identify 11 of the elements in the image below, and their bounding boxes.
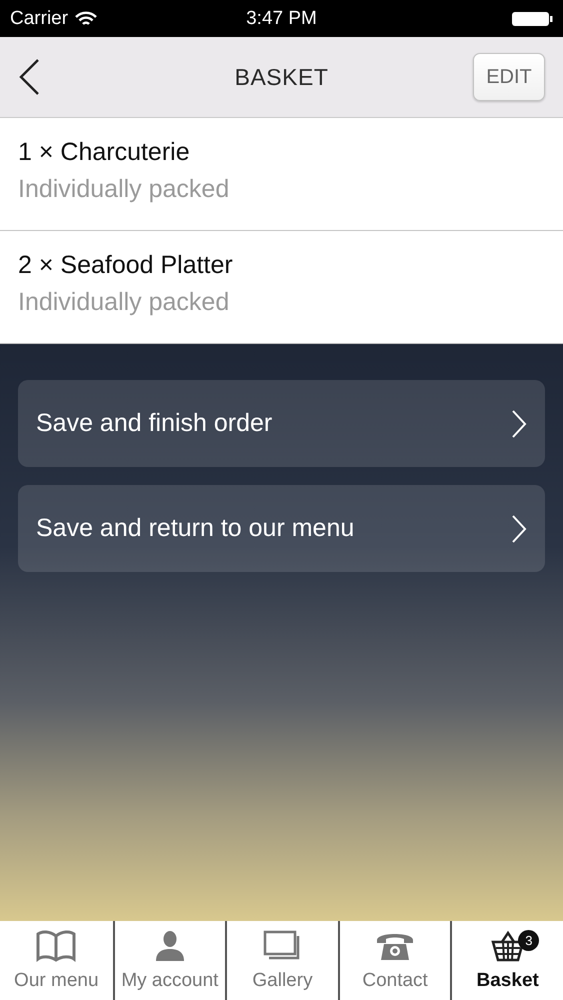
count-badge: 3 — [518, 930, 540, 951]
item-title: 1 × Charcuterie — [18, 138, 191, 167]
edit-button[interactable]: EDIT — [473, 53, 545, 101]
item-subtitle: Individually packed — [18, 175, 230, 204]
item-title: 2 × Seafood Platter — [18, 251, 234, 280]
item-subtitle: Individually packed — [18, 288, 230, 317]
action-button[interactable]: Save and finish order — [18, 380, 545, 467]
clock-time: 3:47 PM — [246, 8, 317, 30]
carrier-name: Carrier — [10, 8, 68, 30]
action-button[interactable]: Save and return to our menu — [18, 485, 545, 572]
page-title: BASKET — [234, 64, 328, 90]
